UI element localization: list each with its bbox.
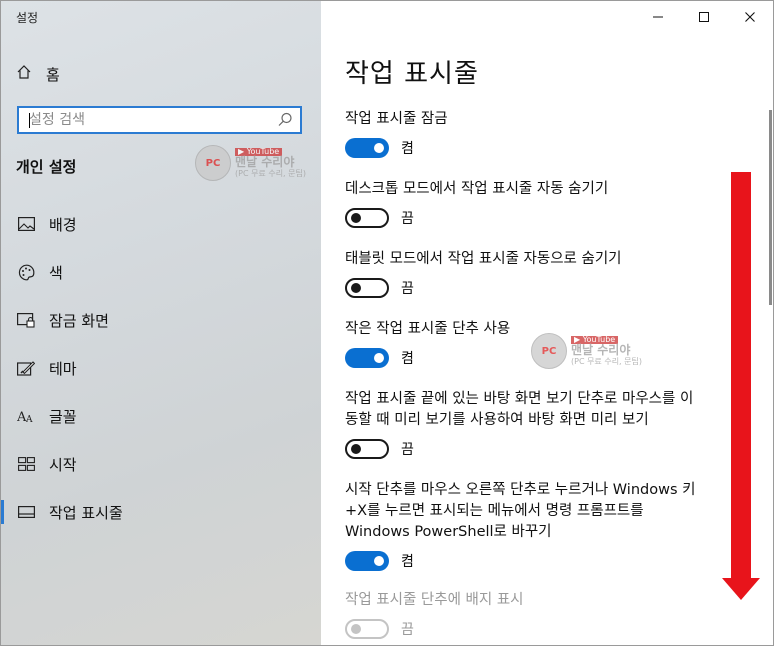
maximize-button[interactable] xyxy=(681,4,727,30)
home-icon xyxy=(16,64,32,84)
main-content: 작업 표시줄 작업 표시줄 잠금 켬 데스크톱 모드에서 작업 표시줄 자동 숨… xyxy=(321,0,774,646)
font-icon: AA xyxy=(16,406,36,426)
close-button[interactable] xyxy=(727,4,773,30)
setting-autohide-desktop: 데스크톱 모드에서 작업 표시줄 자동 숨기기 끔 xyxy=(345,179,755,228)
setting-label: 데스크톱 모드에서 작업 표시줄 자동 숨기기 xyxy=(345,181,609,197)
watermark-name: 맨날 수리야 xyxy=(571,343,631,358)
search-box[interactable] xyxy=(17,106,302,134)
setting-powershell: 시작 단추를 마우스 오른쪽 단추로 누르거나 Windows 키 +X를 누르… xyxy=(345,480,755,571)
setting-label-line3: Windows PowerShell로 바꾸기 xyxy=(345,524,552,540)
sidebar-item-background[interactable]: 배경 xyxy=(0,204,321,244)
minimize-icon xyxy=(653,16,663,18)
setting-lock-taskbar: 작업 표시줄 잠금 켬 xyxy=(345,109,755,158)
setting-label: 작업 표시줄 단추에 배지 표시 xyxy=(345,592,524,608)
maximize-icon xyxy=(699,12,709,22)
watermark-name: 맨날 수리야 xyxy=(235,155,295,170)
sidebar-item-color[interactable]: 색 xyxy=(0,252,321,292)
close-icon xyxy=(745,12,755,22)
sidebar-item-label: 잠금 화면 xyxy=(49,311,109,330)
setting-autohide-tablet: 태블릿 모드에서 작업 표시줄 자동으로 숨기기 끔 xyxy=(345,249,755,298)
setting-badges: 작업 표시줄 단추에 배지 표시 끔 xyxy=(345,590,755,639)
home-label: 홈 xyxy=(46,65,60,84)
toggle-switch[interactable] xyxy=(345,278,389,298)
toggle-switch[interactable] xyxy=(345,551,389,571)
text-caret xyxy=(29,113,30,128)
setting-label-line1: 작업 표시줄 끝에 있는 바탕 화면 보기 단추로 마우스를 이 xyxy=(345,391,694,407)
window-title: 설정 xyxy=(16,11,39,25)
watermark-sub: (PC 무료 수리, 문팁) xyxy=(571,356,642,366)
toggle-switch[interactable] xyxy=(345,208,389,228)
watermark: PC ▶ YouTube 맨날 수리야 (PC 무료 수리, 문팁) xyxy=(195,145,306,181)
sidebar-item-label: 색 xyxy=(49,263,63,282)
toggle-state: 켬 xyxy=(401,351,414,367)
red-arrow-down-icon xyxy=(722,578,760,600)
search-icon[interactable] xyxy=(276,111,294,129)
sidebar-item-label: 글꼴 xyxy=(49,407,77,426)
section-title: 개인 설정 xyxy=(16,158,77,176)
setting-label-line2: +X를 누르면 표시되는 메뉴에서 명령 프롬프트를 xyxy=(345,503,644,519)
sidebar-item-taskbar[interactable]: 작업 표시줄 xyxy=(0,492,321,532)
setting-label-line1: 시작 단추를 마우스 오른쪽 단추로 누르거나 Windows 키 xyxy=(345,482,696,498)
minimize-button[interactable] xyxy=(635,4,681,30)
red-arrow-shaft xyxy=(731,172,751,582)
toggle-switch[interactable] xyxy=(345,138,389,158)
toggle-state: 끔 xyxy=(401,442,414,458)
taskbar-icon xyxy=(16,502,36,522)
scrollbar[interactable] xyxy=(769,110,772,305)
toggle-state: 끔 xyxy=(401,281,414,297)
lock-screen-icon xyxy=(16,310,36,330)
sidebar: 설정 홈 개인 설정 PC ▶ YouTube 맨날 수리야 (PC 무료 수리… xyxy=(0,0,321,646)
setting-label-line2: 동할 때 미리 보기를 사용하여 바탕 화면 미리 보기 xyxy=(345,412,649,428)
sidebar-item-fonts[interactable]: AA 글꼴 xyxy=(0,396,321,436)
toggle-state: 끔 xyxy=(401,211,414,227)
watermark-badge: PC xyxy=(531,333,567,369)
start-icon xyxy=(16,454,36,474)
sidebar-item-label: 배경 xyxy=(49,215,77,234)
setting-label: 작업 표시줄 잠금 xyxy=(345,111,448,127)
home-link[interactable]: 홈 xyxy=(16,60,60,88)
watermark-badge: PC xyxy=(195,145,231,181)
sidebar-item-theme[interactable]: 테마 xyxy=(0,348,321,388)
sidebar-item-label: 시작 xyxy=(49,455,77,474)
sidebar-item-label: 테마 xyxy=(49,359,77,378)
palette-icon xyxy=(16,262,36,282)
setting-label: 태블릿 모드에서 작업 표시줄 자동으로 숨기기 xyxy=(345,251,622,267)
sidebar-item-lock-screen[interactable]: 잠금 화면 xyxy=(0,300,321,340)
page-title: 작업 표시줄 xyxy=(345,59,479,89)
sidebar-item-label: 작업 표시줄 xyxy=(49,503,123,522)
toggle-switch[interactable] xyxy=(345,439,389,459)
theme-icon xyxy=(16,358,36,378)
svg-text:A: A xyxy=(25,415,33,424)
picture-icon xyxy=(16,214,36,234)
toggle-state: 켬 xyxy=(401,141,414,157)
sidebar-item-start[interactable]: 시작 xyxy=(0,444,321,484)
toggle-state: 켬 xyxy=(401,554,414,570)
toggle-switch[interactable] xyxy=(345,348,389,368)
watermark-sub: (PC 무료 수리, 문팁) xyxy=(235,168,306,178)
setting-peek: 작업 표시줄 끝에 있는 바탕 화면 보기 단추로 마우스를 이 동할 때 미리… xyxy=(345,389,755,459)
watermark: PC ▶ YouTube 맨날 수리야 (PC 무료 수리, 문팁) xyxy=(531,333,642,369)
search-input[interactable] xyxy=(27,111,276,129)
toggle-state: 끔 xyxy=(401,622,414,638)
toggle-switch xyxy=(345,619,389,639)
